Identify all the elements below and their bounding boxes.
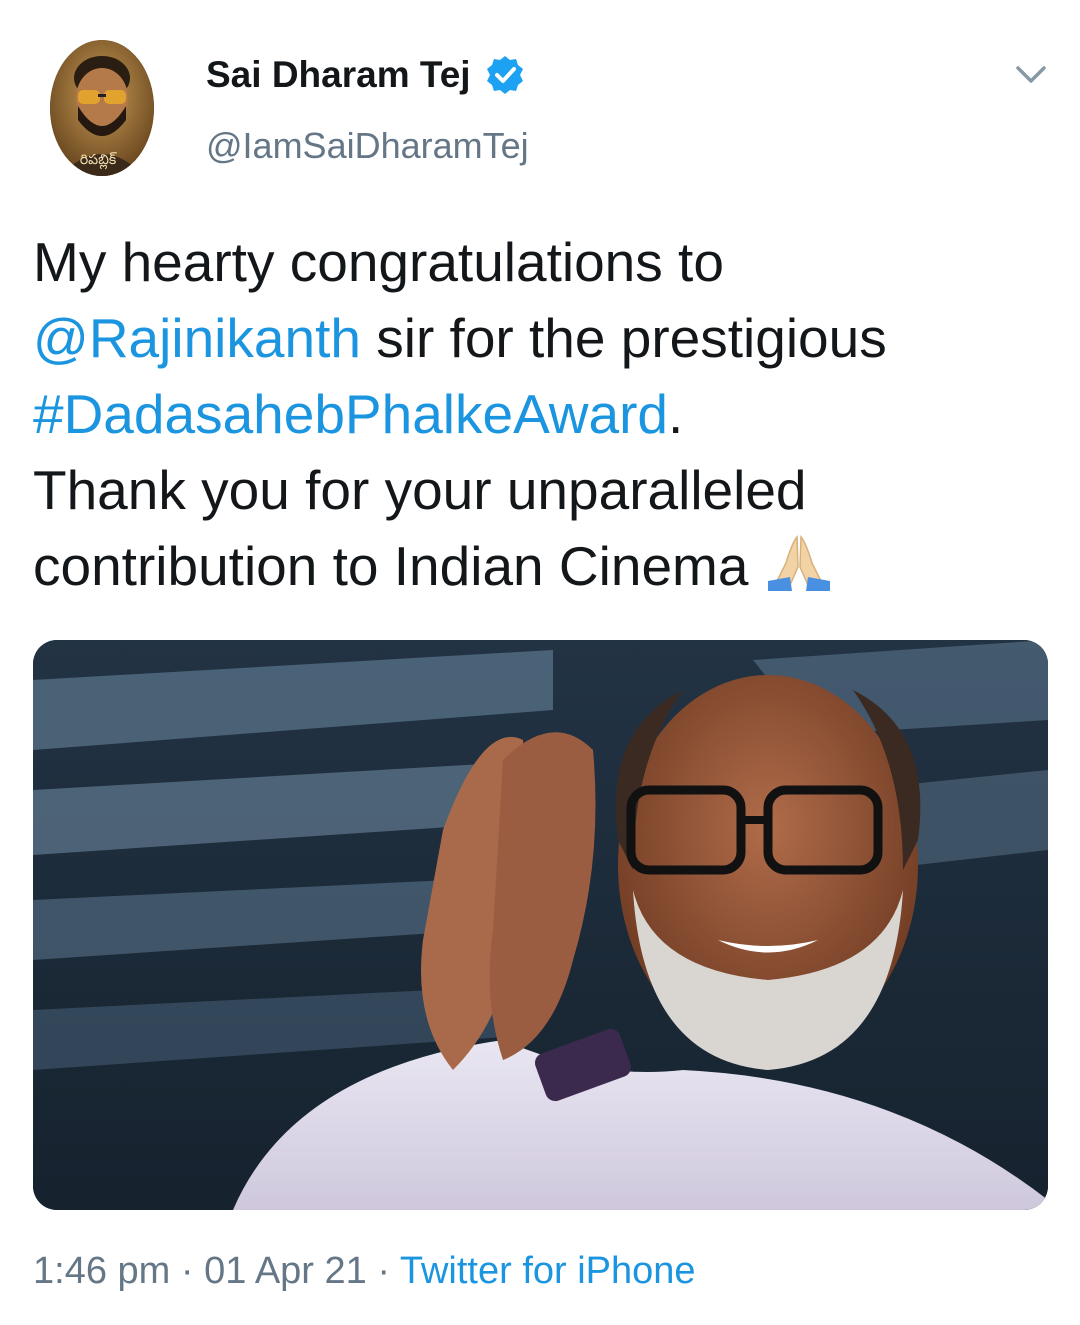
tweet-text-segment: Thank you for your unparalleled — [33, 459, 807, 521]
avatar[interactable]: రిపబ్లిక్ — [50, 40, 154, 176]
avatar-caption: రిపబ్లిక్ — [80, 152, 117, 170]
tweet-line: Thank you for your unparalleled — [33, 452, 1053, 528]
tweet-text: My hearty congratulations to @Rajinikant… — [33, 224, 1053, 604]
verified-badge-icon — [486, 56, 523, 94]
tweet-text-segment: . — [668, 383, 684, 445]
tweet-line: My hearty congratulations to — [33, 224, 1053, 300]
hashtag-link[interactable]: #DadasahebPhalkeAward — [33, 383, 668, 445]
tweet-meta: 1:46 pm · 01 Apr 21 · Twitter for iPhone — [33, 1250, 696, 1293]
tweet-line: contribution to Indian Cinema — [33, 528, 1053, 604]
tweet-line: #DadasahebPhalkeAward. — [33, 376, 1053, 452]
tweet-source-link[interactable]: Twitter for iPhone — [400, 1250, 696, 1292]
folded-hands-emoji — [767, 535, 830, 591]
separator-dot: · — [170, 1250, 205, 1292]
tweet-time[interactable]: 1:46 pm — [33, 1250, 170, 1292]
author-handle[interactable]: @IamSaiDharamTej — [206, 125, 529, 167]
chevron-down-icon[interactable] — [1014, 62, 1048, 88]
tweet-text-segment: contribution to Indian Cinema — [33, 535, 749, 597]
tweet-text-segment: sir for the prestigious — [360, 307, 887, 369]
tweet-text-segment: My hearty congratulations to — [33, 231, 724, 293]
mention-link[interactable]: @Rajinikanth — [33, 307, 361, 369]
separator-dot: · — [366, 1250, 400, 1292]
author-name-row: Sai Dharam Tej — [206, 54, 525, 96]
tweet-media-photo[interactable] — [33, 640, 1048, 1210]
tweet-date[interactable]: 01 Apr 21 — [204, 1250, 367, 1292]
profile-avatar-image: రిపబ్లిక్ — [50, 40, 154, 176]
photo-of-smiling-man-with-folded-hands — [33, 640, 1048, 1210]
author-display-name[interactable]: Sai Dharam Tej — [206, 54, 471, 96]
tweet-line: @Rajinikanth sir for the prestigious — [33, 300, 1053, 376]
